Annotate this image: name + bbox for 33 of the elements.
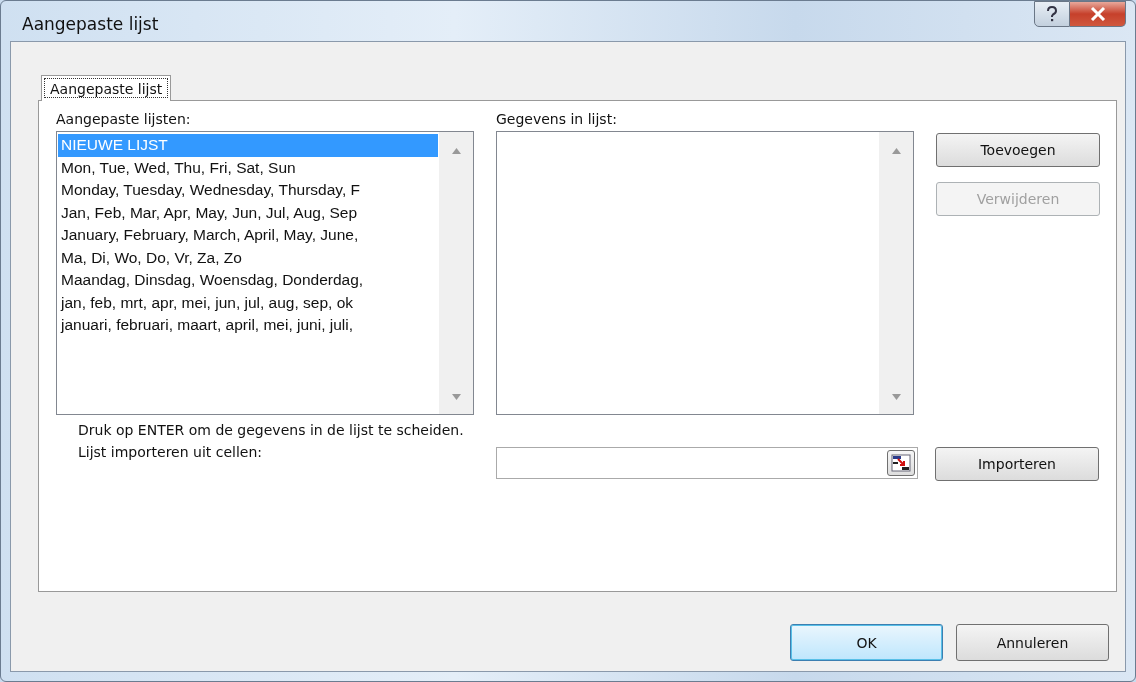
list-item[interactable]: jan, feb, mrt, apr, mei, jun, jul, aug, sep, ok xyxy=(58,291,438,314)
import-range-field[interactable] xyxy=(496,447,918,479)
list-item[interactable]: januari, februari, maart, april, mei, juni, juli, xyxy=(58,314,438,337)
cancel-button[interactable]: Annuleren xyxy=(956,624,1109,661)
custom-lists-box[interactable] xyxy=(56,131,474,415)
scrollbar[interactable] xyxy=(439,132,473,414)
scroll-down-icon[interactable] xyxy=(891,394,901,400)
close-icon xyxy=(1089,7,1106,21)
entries-label: Gegevens in lijst: xyxy=(496,111,618,127)
remove-button: Verwijderen xyxy=(936,182,1100,216)
close-button[interactable] xyxy=(1070,1,1126,27)
list-item[interactable]: Jan, Feb, Mar, Apr, May, Jun, Jul, Aug, Sep xyxy=(58,201,438,224)
ok-button[interactable]: OK xyxy=(790,624,943,661)
import-button[interactable]: Importeren xyxy=(935,447,1099,481)
list-item[interactable]: Monday, Tuesday, Wednesday, Thursday, F xyxy=(58,179,438,202)
add-button[interactable]: Toevoegen xyxy=(936,133,1100,167)
scroll-down-icon[interactable] xyxy=(451,394,461,400)
list-item[interactable]: Ma, Di, Wo, Do, Vr, Za, Zo xyxy=(58,246,438,269)
help-icon xyxy=(1045,6,1059,22)
range-select-button[interactable] xyxy=(887,450,915,476)
help-button[interactable] xyxy=(1034,1,1070,27)
list-item[interactable]: Mon, Tue, Wed, Thu, Fri, Sat, Sun xyxy=(58,156,438,179)
list-item[interactable]: January, February, March, April, May, June, xyxy=(58,224,438,247)
hint-text: Druk op ENTER om de gegevens in de lijst te scheiden. xyxy=(78,421,465,440)
scroll-up-icon[interactable] xyxy=(891,148,901,154)
window-title: Aangepaste lijst xyxy=(21,13,159,34)
tab[interactable]: Aangepaste lijst xyxy=(41,75,172,101)
range-select-icon xyxy=(891,454,911,472)
list-item[interactable]: Maandag, Dinsdag, Woensdag, Donderdag, xyxy=(58,269,438,292)
lists-label: Aangepaste lijsten: xyxy=(56,111,192,127)
scrollbar[interactable] xyxy=(879,132,913,414)
scroll-up-icon[interactable] xyxy=(451,148,461,154)
import-label: Lijst importeren uit cellen: xyxy=(78,443,264,462)
